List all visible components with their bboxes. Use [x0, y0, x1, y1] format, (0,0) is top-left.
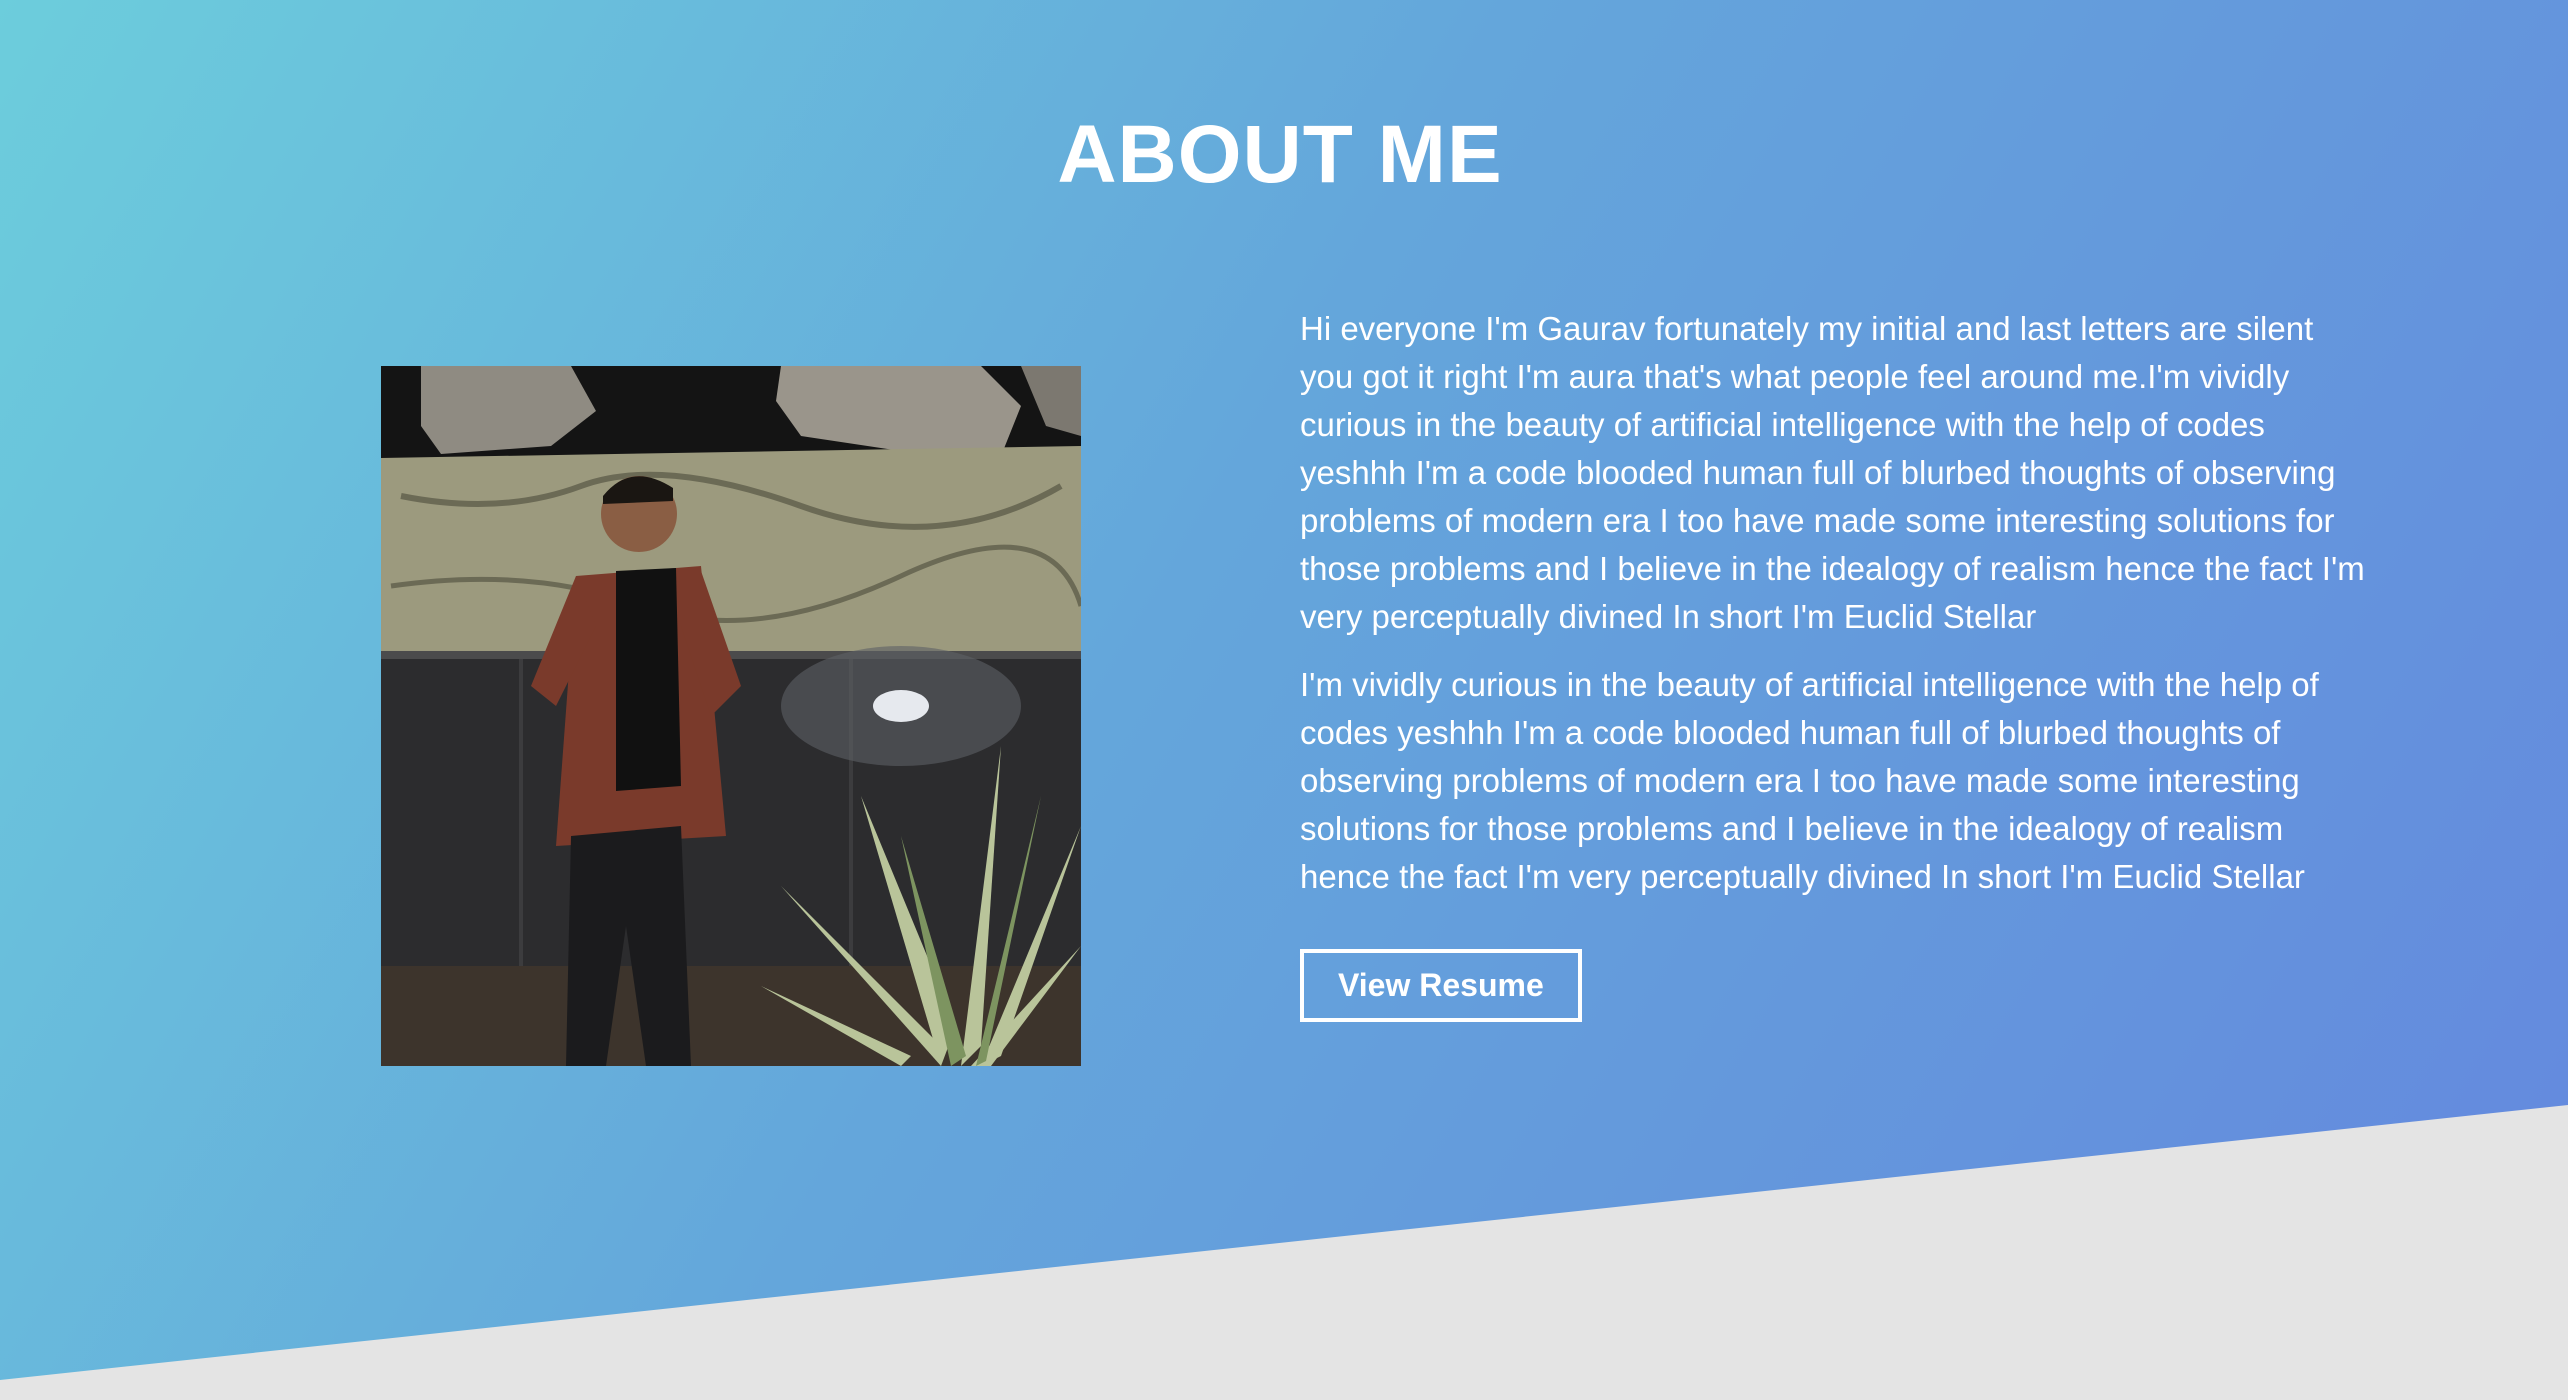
about-paragraph-1: Hi everyone I'm Gaurav fortunately my in… [1300, 310, 2365, 635]
profile-photo [381, 366, 1081, 1066]
about-section: ABOUT ME Hi everyone I'm Gaurav fortunat… [0, 0, 2568, 1400]
about-content: Hi everyone I'm Gaurav fortunately my in… [1300, 305, 2370, 1022]
about-paragraph-2: I'm vividly curious in the beauty of art… [1300, 666, 2319, 895]
section-title: ABOUT ME [1057, 109, 1503, 200]
view-resume-button[interactable]: View Resume [1300, 949, 1582, 1022]
